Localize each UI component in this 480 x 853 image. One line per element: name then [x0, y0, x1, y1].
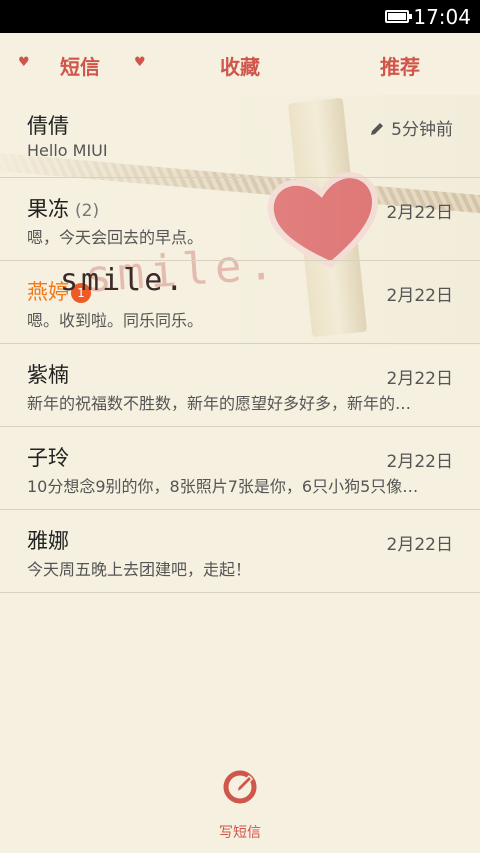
battery-icon — [385, 10, 413, 23]
thread-time: 2月22日 — [386, 535, 453, 555]
thread-snippet: 今天周五晚上去团建吧，走起！ — [27, 560, 252, 579]
tab-recommended[interactable]: 推荐 — [380, 51, 420, 80]
compose-button[interactable]: 写短信 — [200, 770, 280, 845]
thread-name-wrap: 果冻 (2) — [27, 193, 99, 223]
compose-label: 写短信 — [219, 825, 261, 841]
tab-messages[interactable]: 短信 — [60, 51, 100, 80]
thread-list: 倩倩 Hello MIUI 5分钟前 果冻 (2) 嗯，今天会回去的早点。 2月2… — [0, 95, 480, 593]
thread-name: 倩倩 — [27, 114, 69, 138]
thread-row[interactable]: 雅娜 今天周五晚上去团建吧，走起！ 2月22日 — [0, 510, 480, 593]
thread-row[interactable]: 子玲 10分想念9别的你，8张照片7张是你，6只小狗5只像… 2月22日 — [0, 427, 480, 510]
thread-snippet: Hello MIUI — [27, 141, 108, 160]
thread-row[interactable]: 紫楠 新年的祝福数不胜数，新年的愿望好多好多，新年的… 2月22日 — [0, 344, 480, 427]
heart-icon: ♥ — [18, 55, 30, 70]
wallpaper-smile-text: smile. — [60, 263, 187, 298]
thread-snippet: 嗯，今天会回去的早点。 — [27, 228, 204, 247]
thread-name: 紫楠 — [27, 363, 69, 387]
thread-time: 5分钟前 — [391, 120, 453, 140]
thread-message-count: (2) — [75, 201, 100, 221]
thread-snippet: 新年的祝福数不胜数，新年的愿望好多好多，新年的… — [27, 394, 412, 413]
tab-favorites[interactable]: 收藏 — [220, 51, 260, 80]
heart-icon: ♥ — [134, 55, 146, 70]
tab-bar: ♥ 短信 ♥ 收藏 推荐 — [0, 33, 480, 95]
thread-time: 2月22日 — [386, 452, 453, 472]
thread-name: 果冻 — [27, 197, 69, 221]
thread-snippet: 嗯。收到啦。同乐同乐。 — [27, 311, 204, 330]
compose-icon — [223, 770, 257, 804]
thread-row[interactable]: 果冻 (2) 嗯，今天会回去的早点。 2月22日 — [0, 178, 480, 261]
status-bar: 17:04 — [0, 0, 480, 33]
draft-pencil-icon — [371, 123, 384, 135]
thread-time: 2月22日 — [386, 203, 453, 223]
thread-snippet: 10分想念9别的你，8张照片7张是你，6只小狗5只像… — [27, 477, 419, 496]
thread-name: 雅娜 — [27, 529, 69, 553]
thread-row[interactable]: 倩倩 Hello MIUI 5分钟前 — [0, 95, 480, 178]
status-time: 17:04 — [413, 4, 471, 29]
thread-time: 2月22日 — [386, 369, 453, 389]
thread-time-wrap: 5分钟前 — [369, 115, 453, 140]
thread-time: 2月22日 — [386, 286, 453, 306]
thread-name: 子玲 — [27, 446, 69, 470]
